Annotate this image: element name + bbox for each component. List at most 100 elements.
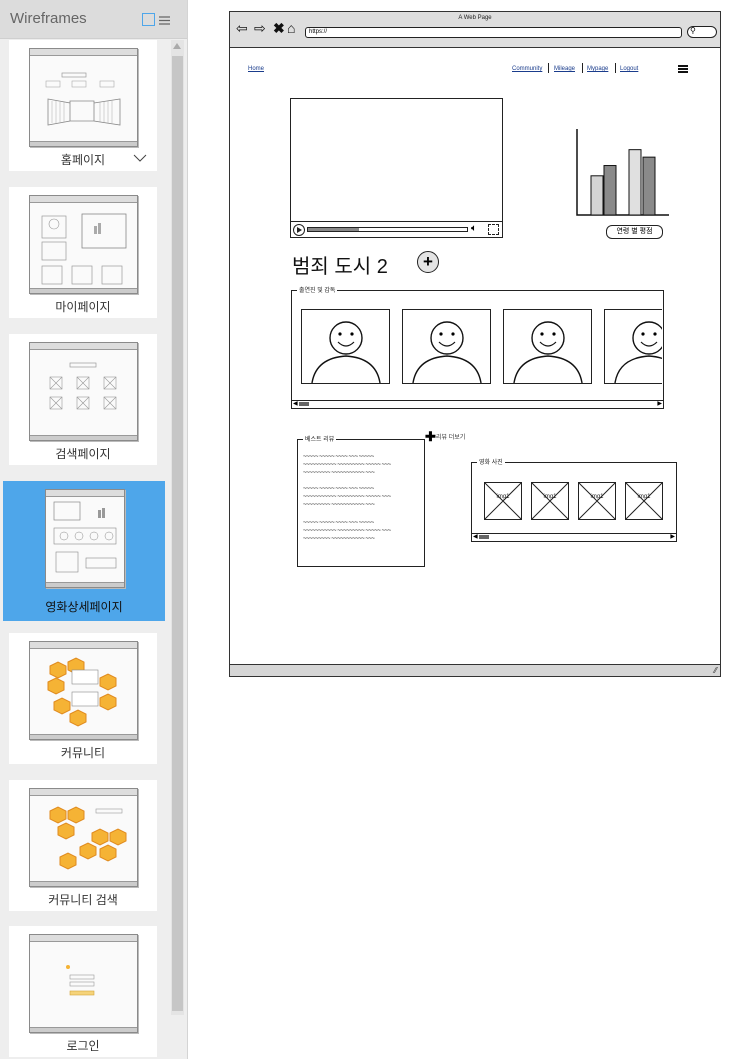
page-label: 로그인 <box>66 1039 100 1053</box>
photo-label: img1 <box>590 494 604 500</box>
chevron-down-icon[interactable] <box>133 150 147 165</box>
nav-divider <box>582 63 583 73</box>
chart-bar <box>603 165 617 216</box>
pages-panel: Wireframes 홈페이지 마이페이지 검색페이지 영화상세페이지 커뮤니티… <box>0 0 188 1059</box>
page-thumbnail <box>29 641 138 740</box>
page-thumbnail <box>29 195 138 294</box>
chart-bar <box>642 156 656 216</box>
browser-statusbar: ⁄⁄ <box>230 664 720 676</box>
movie-title: 범죄 도시 2 <box>292 256 388 278</box>
more-reviews-link[interactable]: 리뷰 더보기 <box>436 432 465 441</box>
plus-icon[interactable]: ✚ <box>425 429 436 445</box>
photos-scrollbar[interactable]: ◀ ▶ <box>472 533 676 541</box>
scroll-left-icon[interactable]: ◀ <box>293 401 298 408</box>
page-label: 커뮤니티 검색 <box>48 893 118 907</box>
list-view-icon[interactable] <box>159 13 170 25</box>
video-controls: 🔈︎ <box>291 221 502 237</box>
review-text-line: ~~~~~~~~~~~ ~~~~~~~~~ ~~~~~ ~~~ <box>303 528 391 534</box>
panel-title: Wireframes <box>10 10 87 27</box>
page-thumbnail <box>29 342 138 441</box>
nav-divider <box>548 63 549 73</box>
scroll-right-icon[interactable]: ▶ <box>670 534 675 541</box>
window-title: A Web Page <box>458 15 492 21</box>
review-text-line: ~~~~~ ~~~~~ ~~~~ ~~~ ~~~~~ <box>303 486 374 492</box>
nav-divider <box>615 63 616 73</box>
back-icon[interactable]: ⇦ <box>236 21 248 35</box>
scroll-up-icon[interactable] <box>173 43 181 49</box>
page-label: 영화상세페이지 <box>45 600 123 614</box>
home-icon[interactable]: ⌂ <box>287 21 295 35</box>
page-item-movie-detail[interactable]: 영화상세페이지 <box>3 481 165 621</box>
play-icon[interactable] <box>293 224 305 236</box>
photo-label: img1 <box>496 494 510 500</box>
age-rating-button[interactable]: 연령 별 평점 <box>606 225 663 239</box>
page-label: 검색페이지 <box>55 447 111 461</box>
search-icon: ⚲ <box>690 26 696 35</box>
cast-card[interactable] <box>301 309 390 384</box>
page-item-mypage[interactable]: 마이페이지 <box>9 187 157 318</box>
browser-wireframe[interactable]: A Web Page ⇦ ⇨ ✖ ⌂ https:// ⚲ Home Commu… <box>229 11 721 677</box>
nav-mypage-link[interactable]: Mypage <box>587 66 608 72</box>
cast-group-title: 출연진 및 감독 <box>297 285 338 294</box>
volume-icon[interactable]: 🔈︎ <box>471 223 477 234</box>
page-label: 마이페이지 <box>55 300 111 314</box>
scroll-left-icon[interactable]: ◀ <box>473 534 478 541</box>
menu-icon[interactable] <box>678 65 688 73</box>
cast-scrollbar[interactable]: ◀ ▶ <box>292 400 663 408</box>
photo-placeholder[interactable]: img1 <box>531 482 569 520</box>
photo-label: img1 <box>543 494 557 500</box>
photo-placeholder[interactable]: img1 <box>578 482 616 520</box>
close-icon[interactable]: ✖ <box>273 21 285 35</box>
review-text-line: ~~~~~~~~~~~ ~~~~~~~~~ ~~~~~ ~~~ <box>303 462 391 468</box>
page-thumbnail <box>29 48 138 147</box>
nav-home-link[interactable]: Home <box>248 66 264 72</box>
best-review-panel: 베스트 리뷰 ~~~~~ ~~~~~ ~~~~ ~~~ ~~~~~ ~~~~~~… <box>297 434 425 567</box>
scroll-thumb[interactable] <box>479 535 489 539</box>
nav-community-link[interactable]: Community <box>512 66 542 72</box>
nav-mileage-link[interactable]: Mileage <box>554 66 575 72</box>
resize-grip-icon[interactable]: ⁄⁄ <box>714 666 717 675</box>
video-player[interactable]: 🔈︎ <box>290 98 503 238</box>
page-label: 커뮤니티 <box>60 746 106 760</box>
browser-topbar: A Web Page ⇦ ⇨ ✖ ⌂ https:// ⚲ <box>230 12 720 48</box>
review-text-line: ~~~~~ ~~~~~ ~~~~ ~~~ ~~~~~ <box>303 520 374 526</box>
panel-header: Wireframes <box>0 0 187 39</box>
nav-logout-link[interactable]: Logout <box>620 66 638 72</box>
cast-card[interactable] <box>503 309 592 384</box>
review-text-line: ~~~~~~~~~ ~~~~~~~~~~~ ~~~ <box>303 502 375 508</box>
page-item-home[interactable]: 홈페이지 <box>9 40 157 171</box>
scroll-thumb[interactable] <box>299 402 309 406</box>
review-group-title: 베스트 리뷰 <box>303 434 337 443</box>
page-thumbnail <box>45 489 125 588</box>
page-thumbnail <box>29 788 138 887</box>
url-field[interactable]: https:// <box>305 27 682 38</box>
grid-view-icon[interactable] <box>142 13 155 26</box>
rating-chart <box>576 129 669 216</box>
page-item-community[interactable]: 커뮤니티 <box>9 633 157 764</box>
panel-scrollbar[interactable] <box>171 40 184 1015</box>
search-pill[interactable]: ⚲ <box>687 26 717 38</box>
page-item-search[interactable]: 검색페이지 <box>9 334 157 465</box>
cast-carousel[interactable]: 출연진 및 감독 ◀ ▶ <box>291 285 664 409</box>
add-circle-icon[interactable]: + <box>417 251 439 273</box>
forward-icon[interactable]: ⇨ <box>254 21 266 35</box>
scroll-thumb[interactable] <box>172 56 183 1011</box>
page-item-community-search[interactable]: 커뮤니티 검색 <box>9 780 157 911</box>
video-progress-fill <box>308 228 359 231</box>
video-progress-track[interactable] <box>307 227 468 232</box>
photo-placeholder[interactable]: img1 <box>625 482 663 520</box>
movie-photos-panel[interactable]: 영화 사진 img1 img1 img1 img1 ◀ ▶ <box>471 457 677 542</box>
page-item-login[interactable]: 로그인 <box>9 926 157 1057</box>
cast-card[interactable] <box>402 309 491 384</box>
scroll-right-icon[interactable]: ▶ <box>657 401 662 408</box>
chart-bar <box>590 175 604 216</box>
photos-group-title: 영화 사진 <box>477 457 505 466</box>
chart-bar <box>628 149 642 216</box>
review-text-line: ~~~~~~~~~ ~~~~~~~~~~~ ~~~ <box>303 470 375 476</box>
photo-label: img1 <box>637 494 651 500</box>
fullscreen-icon[interactable] <box>488 224 499 235</box>
cast-card[interactable] <box>604 309 662 384</box>
review-text-line: ~~~~~ ~~~~~ ~~~~ ~~~ ~~~~~ <box>303 454 374 460</box>
review-text-line: ~~~~~~~~~~~ ~~~~~~~~~ ~~~~~ ~~~ <box>303 494 391 500</box>
photo-placeholder[interactable]: img1 <box>484 482 522 520</box>
